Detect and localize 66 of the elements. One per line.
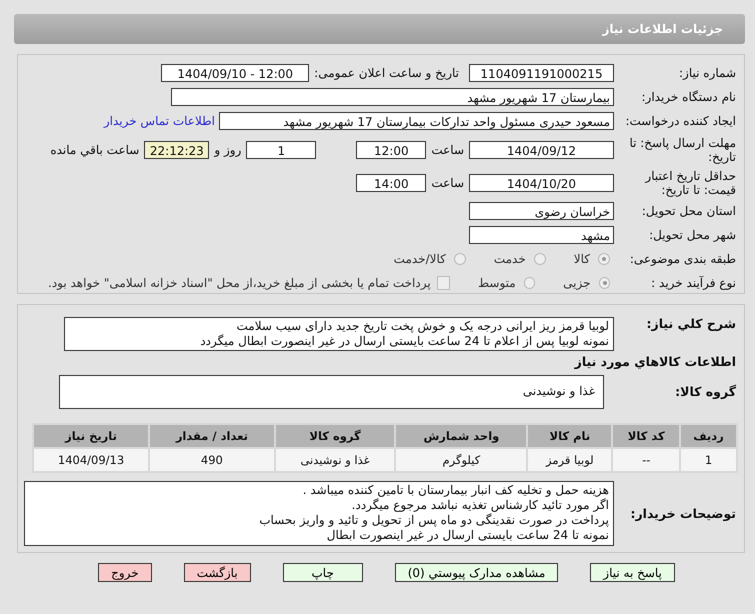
radio-button[interactable] [598, 277, 610, 289]
column-header: واحد شمارش [395, 424, 528, 448]
table-cell: غذا و نوشیدنی [274, 448, 396, 472]
creator-field: مسعود حیدری مسئول واحد تدارکات بیمارستان 17 شهریور مشهد [219, 112, 614, 130]
radio-label: جزیی [563, 276, 591, 290]
field-label: نوع فرآیند خرید : [650, 276, 736, 290]
field-label: تاریخ و ساعت اعلان عمومی: [314, 66, 459, 80]
field-label: ایجاد کننده درخواست: [624, 114, 736, 128]
field-label: ساعت [431, 176, 464, 190]
radio-label: متوسط [478, 276, 516, 290]
deadline-time-field: 12:00 [356, 140, 426, 158]
field-label: طبقه بندی موضوعی: [628, 252, 736, 266]
deadline-date-field: 1404/09/12 [469, 140, 614, 158]
action-button[interactable]: بازگشت [184, 563, 251, 582]
action-button[interactable]: چاپ [282, 563, 363, 582]
column-header: ردیف [680, 424, 737, 448]
column-header: کد کالا [612, 424, 680, 448]
radio-button[interactable] [534, 253, 546, 265]
column-header: تاریخ نیاز [33, 424, 150, 448]
checkbox[interactable] [436, 276, 450, 290]
need-number-field: 1104091191000215 [469, 64, 614, 82]
field-label: شرح کلي نیاز: [646, 317, 736, 331]
table-cell: -- [612, 448, 680, 472]
remaining-time-field: 22:12:23 [144, 140, 210, 158]
field-label: گروه کالا: [674, 385, 736, 399]
radio-button[interactable] [454, 253, 466, 265]
contact-link[interactable]: اطلاعات تماس خریدار [104, 114, 215, 128]
validity-date-field: 1404/10/20 [469, 174, 614, 192]
radio-button[interactable] [524, 277, 536, 289]
table-cell: کیلوگرم [395, 448, 528, 472]
days-field: 1 [246, 140, 316, 158]
radio-label: کالا/خدمت [394, 252, 446, 266]
field-label: حداقل تاریخ اعتبار قیمت: تا تاریخ: [644, 168, 736, 196]
field-label: مهلت ارسال پاسخ: تا تاریخ: [628, 136, 736, 164]
section-heading: اطلاعات کالاهاي مورد نیاز [573, 354, 736, 369]
table-cell: 490 [149, 448, 275, 472]
column-header: تعداد / مقدار [149, 424, 275, 448]
field-label: روز و [214, 142, 242, 156]
province-field: خراسان رضوی [469, 202, 614, 220]
action-button[interactable]: پاسخ به نیاز [590, 563, 675, 582]
buyer-notes-textarea[interactable]: هزینه حمل و تخلیه کف انبار بیمارستان با تامین کننده میباشد . اگر مورد تائید کارشناس تغذیه نباشد مرجوع میگردد. پرداخت در صورت نقدینگی دو ماه پس از تحویل و تائید و واریز بحساب نمونه تا 24 ساعت بایستی ارسال در غیر اینصورت ابطال [24, 481, 614, 546]
field-label: ساعت باقي مانده [50, 142, 140, 156]
field-label: ساعت [431, 142, 464, 156]
table-cell: لوبیا قرمز [527, 448, 612, 472]
radio-label: خدمت [494, 252, 526, 266]
buyer-field: بیمارستان 17 شهریور مشهد [171, 88, 614, 106]
field-label: استان محل تحویل: [640, 204, 736, 218]
action-button[interactable]: مشاهده مدارک پیوستي (0) [394, 563, 558, 582]
city-field: مشهد [469, 226, 614, 244]
action-button[interactable]: خروج [98, 563, 152, 582]
table-cell: 1 [680, 448, 737, 472]
field-label: توضیحات خریدار: [629, 506, 736, 520]
column-header: نام کالا [527, 424, 612, 448]
announce-date-field: 1404/09/10 - 12:00 [161, 64, 310, 82]
radio-button[interactable] [598, 253, 610, 265]
checkbox-label: پرداخت تمام یا بخشی از مبلغ خرید،از محل "اسناد خزانه اسلامی" خواهد بود. [48, 276, 431, 290]
field-label: شهر محل تحویل: [648, 228, 736, 242]
field-label: شماره نیاز: [678, 66, 736, 80]
field-label: نام دستگاه خریدار: [640, 90, 736, 104]
validity-time-field: 14:00 [356, 174, 426, 192]
description-textarea[interactable]: لوبیا قرمز ریز ایرانی درجه یک و خوش پخت تاریخ جدید دارای سیب سلامت نمونه لوبیا پس از اعلام تا 24 ساعت بایستی ارسال در غیر اینصورت ابطال میگردد [64, 317, 614, 351]
page-title: جزئیات اطلاعات نیاز [602, 22, 723, 36]
radio-label: کالا [574, 252, 590, 266]
column-header: گروه کالا [274, 424, 396, 448]
table-cell: 1404/09/13 [33, 448, 150, 472]
goods-group-textarea[interactable]: غذا و نوشیدنی [59, 375, 604, 409]
